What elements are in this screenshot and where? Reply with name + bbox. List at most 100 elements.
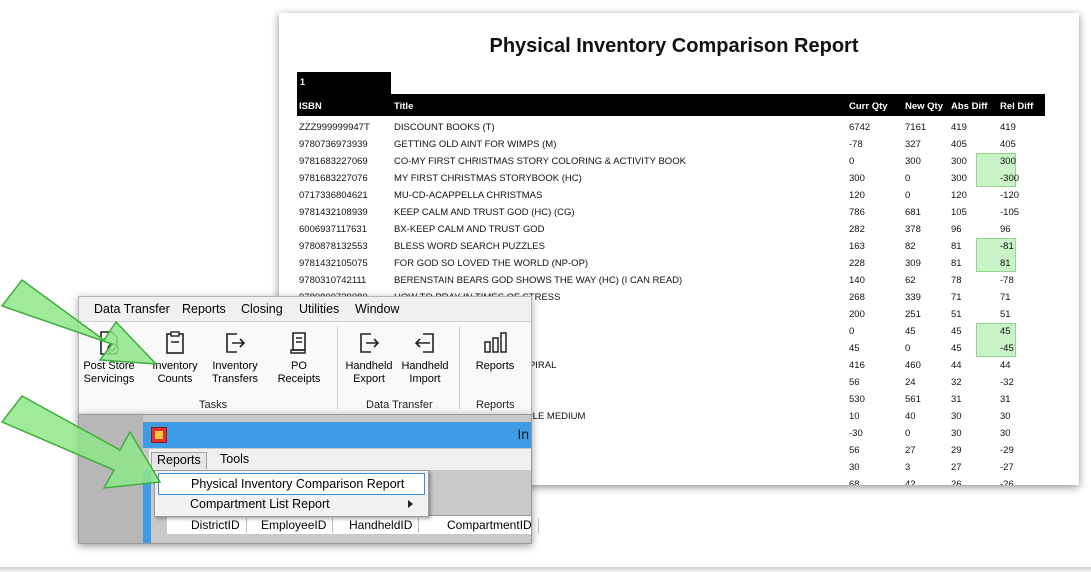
cell-isbn: 9781683227069 [299, 156, 368, 167]
cell-new-qty: 0 [905, 173, 911, 184]
menu-closing[interactable]: Closing [241, 302, 283, 316]
cell-new-qty: 0 [905, 190, 911, 201]
cell-curr-qty: 228 [849, 258, 865, 269]
window-titlebar[interactable]: In [143, 422, 531, 448]
cell-isbn: ZZZ999999947T [299, 122, 370, 133]
menu-window[interactable]: Window [355, 302, 399, 316]
export-arrow-icon [226, 333, 246, 353]
handheld-export-button[interactable]: Handheld Export [339, 330, 399, 386]
table-row: 9780878132553 BLESS WORD SEARCH PUZZLES 16… [297, 237, 1045, 254]
cell-new-qty: 251 [905, 309, 921, 320]
cell-new-qty: 339 [905, 292, 921, 303]
cell-curr-qty: -78 [849, 139, 863, 150]
cell-new-qty: 0 [905, 428, 911, 439]
cell-rel-diff: 81 [1000, 258, 1011, 269]
col-header-abs-diff: Abs Diff [951, 101, 988, 112]
cell-title: BERENSTAIN BEARS GOD SHOWS THE WAY (HC) … [394, 275, 683, 286]
cell-curr-qty: 200 [849, 309, 865, 320]
grid-col-district-id[interactable]: DistrictID [191, 518, 247, 533]
po-receipts-button[interactable]: PO Receipts [269, 330, 329, 386]
column-header-bar: ISBN Title Curr Qty New Qty Abs Diff Rel… [297, 94, 1045, 116]
handheld-import-button[interactable]: Handheld Import [395, 330, 455, 386]
cell-rel-diff: -81 [1000, 241, 1014, 252]
table-row: 9780736973939 GETTING OLD AINT FOR WIMPS … [297, 135, 1045, 152]
cell-curr-qty: 140 [849, 275, 865, 286]
cell-rel-diff: 44 [1000, 360, 1011, 371]
report-title: Physical Inventory Comparison Report [489, 35, 859, 57]
cell-new-qty: 327 [905, 139, 921, 150]
group-label-reports: Reports [476, 399, 515, 411]
window-menubar: Reports Tools [149, 449, 531, 470]
cell-abs-diff: 27 [951, 462, 962, 473]
group-label-tasks: Tasks [199, 399, 228, 411]
cell-rel-diff: 31 [1000, 394, 1011, 405]
grid-col-handheld-id[interactable]: HandheldID [349, 518, 420, 533]
window-menu-tools[interactable]: Tools [215, 452, 254, 468]
cell-abs-diff: 405 [951, 139, 967, 150]
cell-curr-qty: 0 [849, 326, 855, 337]
cell-isbn: 9780310742111 [299, 275, 367, 286]
cell-curr-qty: 268 [849, 292, 865, 303]
col-header-isbn: ISBN [299, 101, 322, 112]
cell-new-qty: 82 [905, 241, 916, 252]
cell-abs-diff: 29 [951, 445, 962, 456]
cell-new-qty: 62 [905, 275, 916, 286]
cell-rel-diff: -45 [1000, 343, 1014, 354]
reports-button[interactable]: Reports [465, 330, 525, 373]
cell-new-qty: 42 [905, 479, 916, 485]
cell-abs-diff: 78 [951, 275, 962, 286]
cell-new-qty: 7161 [905, 122, 927, 133]
handheld-export-icon [360, 333, 380, 353]
cell-new-qty: 681 [905, 207, 921, 218]
cell-new-qty: 24 [905, 377, 916, 388]
cell-title: DISCOUNT BOOKS (T) [394, 122, 495, 133]
grid-col-compartment-id[interactable]: CompartmentID [447, 518, 539, 533]
cell-rel-diff: -29 [1000, 445, 1014, 456]
cell-isbn: 0717336804621 [299, 190, 368, 201]
cell-rel-diff: 405 [1000, 139, 1016, 150]
cell-rel-diff: 30 [1000, 411, 1011, 422]
cell-abs-diff: 96 [951, 224, 962, 235]
inventory-transfers-button[interactable]: Inventory Transfers [205, 330, 265, 386]
menu-item-physical-inventory-comparison-report[interactable]: Physical Inventory Comparison Report [158, 473, 425, 495]
cell-curr-qty: 163 [849, 241, 865, 252]
col-header-curr-qty: Curr Qty [849, 101, 888, 112]
cell-new-qty: 378 [905, 224, 921, 235]
inventory-transfers-label: Inventory Transfers [211, 360, 259, 385]
cell-abs-diff: 81 [951, 241, 962, 252]
cell-title: BLESS WORD SEARCH PUZZLES [394, 241, 545, 252]
cell-isbn: 9781683227076 [299, 173, 368, 184]
cell-abs-diff: 105 [951, 207, 967, 218]
cell-abs-diff: 120 [951, 190, 967, 201]
po-receipts-label: PO Receipts [277, 360, 321, 385]
table-row: 9780310742111 BERENSTAIN BEARS GOD SHOWS … [297, 271, 1045, 288]
cell-curr-qty: 56 [849, 377, 860, 388]
cell-title: MY FIRST CHRISTMAS STORYBOOK (HC) [394, 173, 582, 184]
cell-abs-diff: 300 [951, 173, 967, 184]
handheld-import-icon [414, 333, 434, 353]
cell-new-qty: 40 [905, 411, 916, 422]
menu-item-label: Physical Inventory Comparison Report [191, 477, 405, 491]
col-header-new-qty: New Qty [905, 101, 944, 112]
handheld-export-label: Handheld Export [345, 360, 393, 385]
cell-new-qty: 27 [905, 445, 916, 456]
cell-abs-diff: 30 [951, 411, 962, 422]
cell-isbn: 9780736973939 [299, 139, 368, 150]
menu-item-compartment-list-report[interactable]: Compartment List Report [158, 494, 423, 514]
cell-isbn: 9781432105075 [299, 258, 368, 269]
cell-abs-diff: 300 [951, 156, 967, 167]
page-number: 1 [300, 77, 306, 87]
menu-utilities[interactable]: Utilities [299, 302, 339, 316]
page-number-bar: 1 [297, 72, 391, 94]
grid-col-employee-id[interactable]: EmployeeID [261, 518, 334, 533]
cell-curr-qty: 786 [849, 207, 865, 218]
cell-abs-diff: 45 [951, 326, 962, 337]
cell-rel-diff: -105 [1000, 207, 1020, 218]
table-row: 6006937117631 BX-KEEP CALM AND TRUST GOD 2… [297, 220, 1045, 237]
cell-title: BX-KEEP CALM AND TRUST GOD [394, 224, 545, 235]
cell-rel-diff: 51 [1000, 309, 1011, 320]
cell-curr-qty: 416 [849, 360, 865, 371]
cell-rel-diff: -26 [1000, 479, 1014, 485]
cell-curr-qty: 0 [849, 156, 855, 167]
menu-reports[interactable]: Reports [182, 302, 226, 316]
